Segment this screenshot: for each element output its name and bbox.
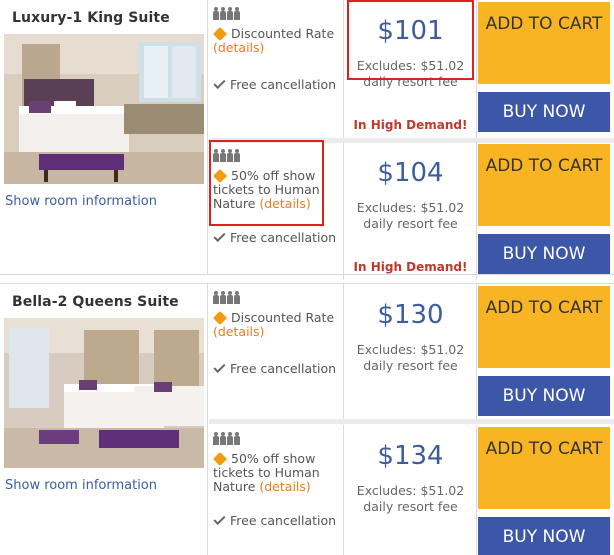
room-info-panel: Bella-2 Queens Suite Show room informati… [0, 284, 208, 555]
rate-details: 50% off show tickets to Human Nature (de… [209, 425, 344, 555]
show-room-information-link[interactable]: Show room information [5, 194, 157, 209]
rate-row: 50% off show tickets to Human Nature (de… [209, 142, 614, 280]
high-demand-badge: In High Demand! [353, 260, 468, 274]
check-icon [213, 512, 226, 526]
rate-details: Discounted Rate (details) Free cancellat… [209, 284, 344, 422]
promo-text: 50% off show tickets to Human Nature (de… [212, 168, 343, 211]
buy-now-button[interactable]: BUY NOW [478, 92, 610, 132]
price: $130 [377, 300, 444, 330]
buy-now-button[interactable]: BUY NOW [478, 376, 610, 416]
occupancy-icon [213, 7, 343, 21]
occupancy-icon [213, 149, 343, 163]
price-panel: $101 Excludes: $51.02 daily resort fee I… [344, 0, 477, 138]
cancellation-label: Free cancellation [230, 230, 337, 245]
room-info-panel: Luxury-1 King Suite Show room informatio… [0, 0, 208, 274]
rate-row: 50% off show tickets to Human Nature (de… [209, 425, 614, 555]
free-cancellation: Free cancellation [213, 512, 337, 528]
high-demand-badge: In High Demand! [353, 118, 468, 132]
cancellation-label: Free cancellation [230, 77, 337, 92]
tag-icon [212, 26, 228, 42]
free-cancellation: Free cancellation [213, 360, 337, 376]
resort-fee-note: Excludes: $51.02 daily resort fee [356, 58, 465, 89]
price: $134 [377, 441, 444, 471]
add-to-cart-button[interactable]: ADD TO CART [478, 427, 610, 509]
add-to-cart-button[interactable]: ADD TO CART [478, 144, 610, 226]
details-link[interactable]: (details) [213, 40, 264, 55]
rate-details: Discounted Rate (details) Free cancellat… [209, 0, 344, 138]
details-link[interactable]: (details) [259, 479, 310, 494]
add-to-cart-button[interactable]: ADD TO CART [478, 286, 610, 368]
tag-icon [212, 168, 228, 184]
free-cancellation: Free cancellation [213, 229, 337, 245]
room-title: Bella-2 Queens Suite [12, 294, 179, 310]
add-to-cart-button[interactable]: ADD TO CART [478, 2, 610, 84]
rate-row: Discounted Rate (details) Free cancellat… [209, 284, 614, 422]
check-icon [213, 229, 226, 243]
promo-label: Discounted Rate [231, 310, 335, 325]
room-card-luxury-king: Luxury-1 King Suite Show room informatio… [0, 0, 614, 280]
price-panel: $104 Excludes: $51.02 daily resort fee I… [344, 142, 477, 280]
free-cancellation: Free cancellation [213, 76, 337, 92]
resort-fee-note: Excludes: $51.02 daily resort fee [356, 342, 465, 373]
check-icon [213, 76, 226, 90]
room-photo[interactable] [4, 34, 204, 184]
buy-now-button[interactable]: BUY NOW [478, 517, 610, 555]
buy-now-button[interactable]: BUY NOW [478, 234, 610, 274]
check-icon [213, 360, 226, 374]
cancellation-label: Free cancellation [230, 361, 337, 376]
occupancy-icon [213, 291, 343, 305]
price-panel: $134 Excludes: $51.02 daily resort fee [344, 425, 477, 555]
price-panel: $130 Excludes: $51.02 daily resort fee [344, 284, 477, 422]
tag-icon [212, 451, 228, 467]
show-room-information-link[interactable]: Show room information [5, 478, 157, 493]
room-photo[interactable] [4, 318, 204, 468]
cancellation-label: Free cancellation [230, 513, 337, 528]
details-link[interactable]: (details) [259, 196, 310, 211]
rate-row: Discounted Rate (details) Free cancellat… [209, 0, 614, 138]
price: $101 [377, 16, 444, 46]
room-title: Luxury-1 King Suite [12, 10, 170, 26]
promo-text: 50% off show tickets to Human Nature (de… [212, 451, 343, 494]
details-link[interactable]: (details) [213, 324, 264, 339]
resort-fee-note: Excludes: $51.02 daily resort fee [356, 200, 465, 231]
rate-details: 50% off show tickets to Human Nature (de… [209, 142, 344, 280]
room-card-bella-queens: Bella-2 Queens Suite Show room informati… [0, 283, 614, 555]
price: $104 [377, 158, 444, 188]
promo-text: Discounted Rate (details) [212, 310, 343, 339]
promo-text: Discounted Rate (details) [212, 26, 343, 55]
promo-label: Discounted Rate [231, 26, 335, 41]
occupancy-icon [213, 432, 343, 446]
resort-fee-note: Excludes: $51.02 daily resort fee [356, 483, 465, 514]
rate-divider [209, 419, 614, 424]
tag-icon [212, 310, 228, 326]
